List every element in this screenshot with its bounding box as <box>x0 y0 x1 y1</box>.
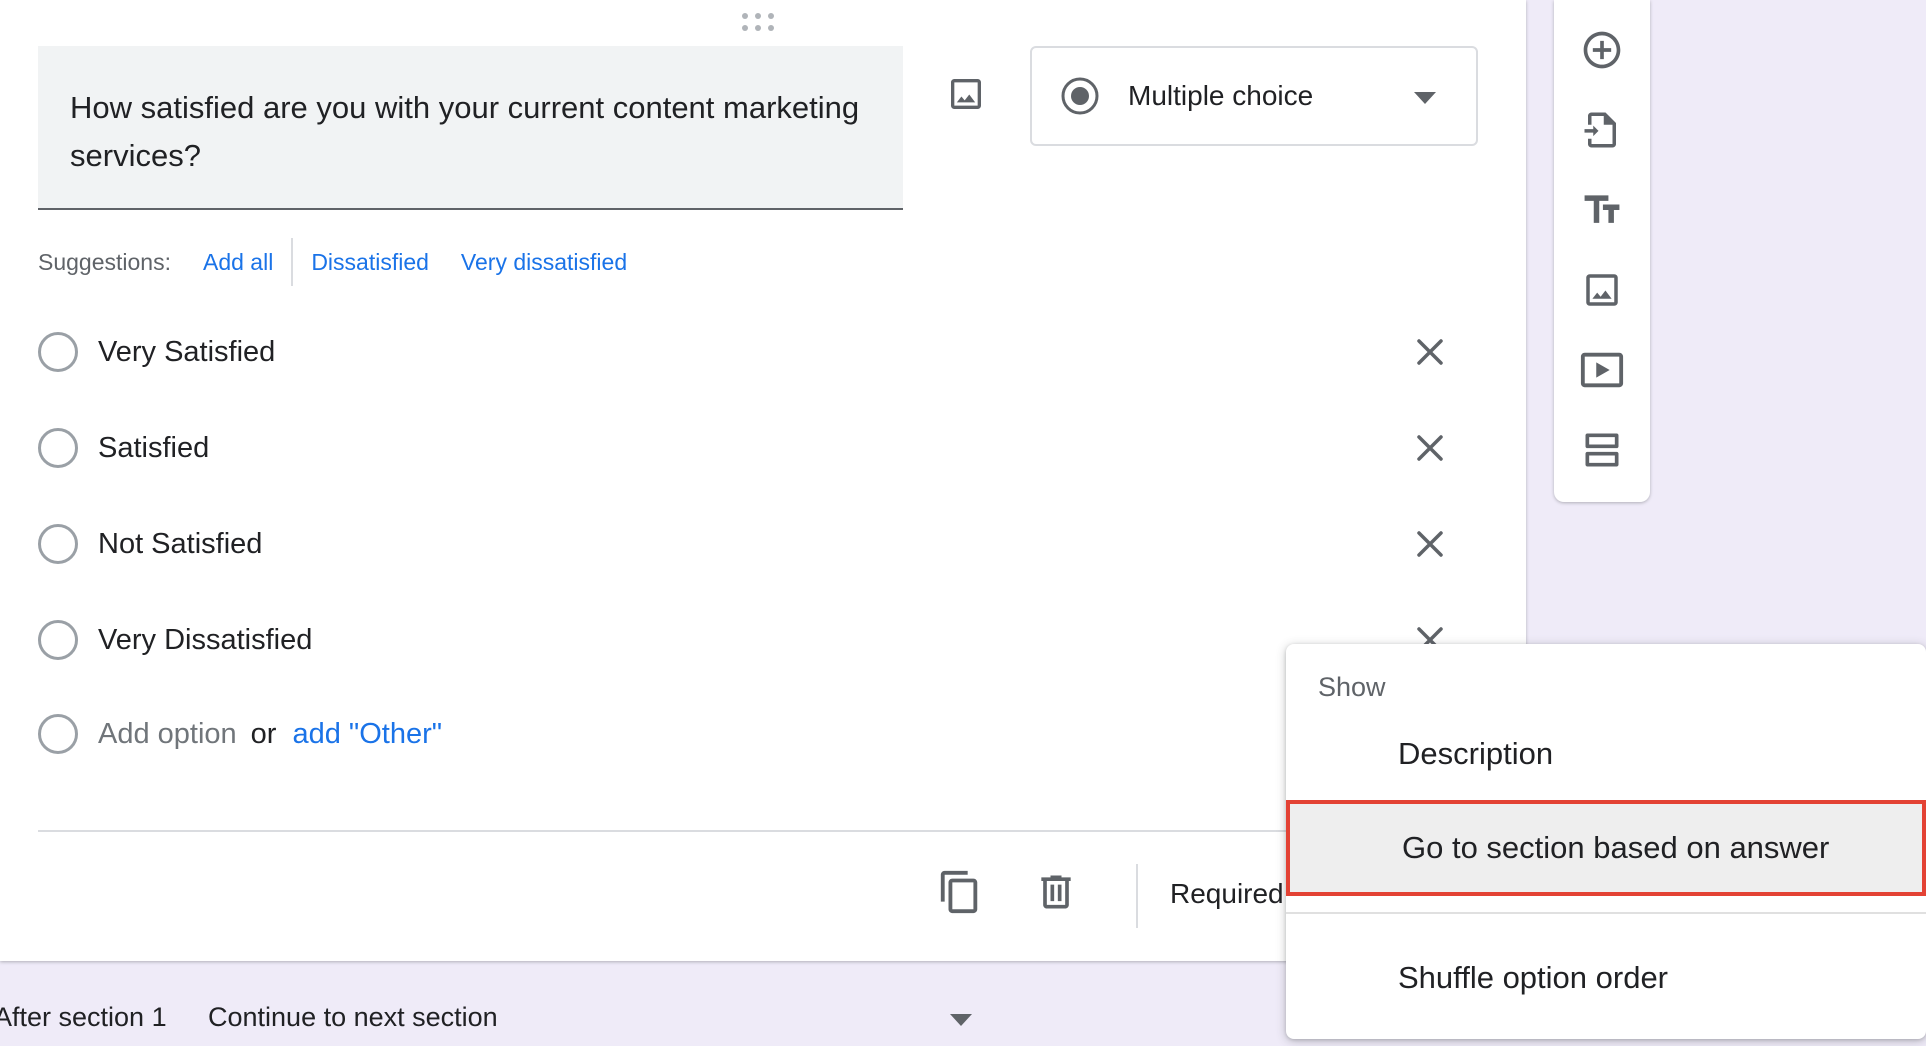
suggestions-bar: Suggestions: Add all Dissatisfied Very d… <box>38 238 627 286</box>
chevron-down-icon[interactable] <box>950 1014 972 1026</box>
question-type-dropdown[interactable]: Multiple choice <box>1030 46 1478 146</box>
radio-circle-icon <box>38 620 78 660</box>
menu-item-go-to-section[interactable]: Go to section based on answer <box>1286 800 1926 896</box>
suggestions-label: Suggestions: <box>38 248 171 275</box>
add-option-row: Add option or add "Other" <box>38 710 1458 758</box>
after-section-label: After section 1 <box>0 1002 167 1032</box>
add-question-icon[interactable] <box>1578 26 1626 74</box>
radio-circle-icon <box>38 332 78 372</box>
add-image-icon[interactable] <box>1578 266 1626 314</box>
drag-handle-icon[interactable] <box>740 12 776 32</box>
add-option-input[interactable]: Add option <box>98 718 237 751</box>
add-other-link[interactable]: add "Other" <box>292 718 442 751</box>
menu-divider <box>1286 912 1926 914</box>
duplicate-icon[interactable] <box>936 868 984 916</box>
add-option-or: or <box>250 717 277 750</box>
more-options-menu: Show Description Go to section based on … <box>1286 644 1926 1039</box>
close-icon[interactable] <box>1410 332 1450 372</box>
suggestion-dissatisfied[interactable]: Dissatisfied <box>311 249 429 276</box>
footer-divider <box>1136 864 1138 928</box>
menu-heading: Show <box>1318 672 1386 702</box>
suggestion-add-all[interactable]: Add all <box>203 249 273 276</box>
option-row[interactable]: Very Dissatisfied <box>38 616 1458 664</box>
menu-item-shuffle-options[interactable]: Shuffle option order <box>1286 930 1926 1026</box>
suggestion-very-dissatisfied[interactable]: Very dissatisfied <box>461 249 627 276</box>
question-title-input[interactable]: How satisfied are you with your current … <box>38 46 903 210</box>
close-icon[interactable] <box>1410 428 1450 468</box>
chevron-down-icon <box>1414 92 1436 104</box>
add-video-icon[interactable] <box>1578 346 1626 394</box>
menu-item-description[interactable]: Description <box>1286 706 1926 802</box>
radio-button-icon <box>1061 77 1099 115</box>
option-row[interactable]: Not Satisfied <box>38 520 1458 568</box>
card-footer-divider <box>38 830 1488 832</box>
required-label: Required <box>1170 878 1284 909</box>
add-section-icon[interactable] <box>1578 426 1626 474</box>
section-navigation-select[interactable]: Continue to next section <box>208 1002 498 1033</box>
radio-circle-icon <box>38 714 78 754</box>
question-type-label: Multiple choice <box>1128 80 1314 111</box>
import-questions-icon[interactable] <box>1578 106 1626 154</box>
option-row[interactable]: Satisfied <box>38 424 1458 472</box>
question-title-text: How satisfied are you with your current … <box>70 90 860 173</box>
option-label[interactable]: Satisfied <box>98 432 209 465</box>
option-label[interactable]: Not Satisfied <box>98 528 262 561</box>
option-row[interactable]: Very Satisfied <box>38 328 1458 376</box>
floating-toolbar <box>1554 0 1650 502</box>
option-label[interactable]: Very Satisfied <box>98 336 275 369</box>
add-title-icon[interactable] <box>1578 186 1626 234</box>
add-image-icon[interactable] <box>940 68 992 120</box>
suggestion-divider <box>291 238 294 286</box>
option-label[interactable]: Very Dissatisfied <box>98 624 312 657</box>
radio-circle-icon <box>38 428 78 468</box>
radio-circle-icon <box>38 524 78 564</box>
close-icon[interactable] <box>1410 524 1450 564</box>
trash-icon[interactable] <box>1032 868 1080 916</box>
